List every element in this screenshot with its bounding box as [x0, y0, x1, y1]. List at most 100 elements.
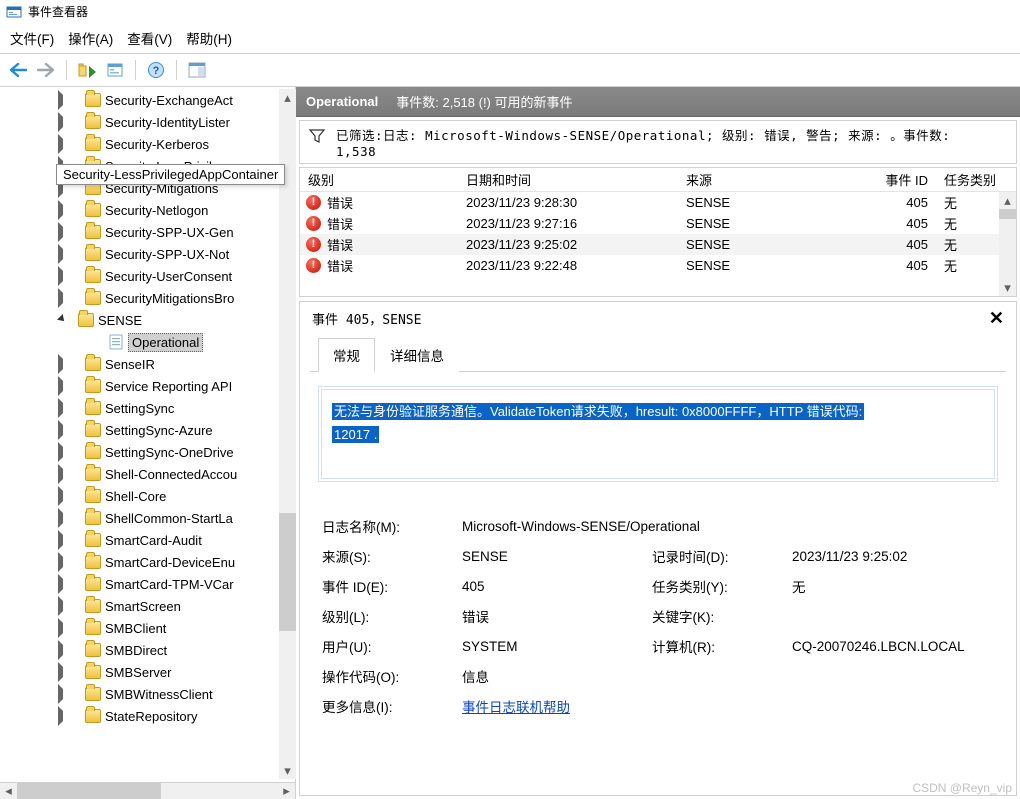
- tree-item[interactable]: Security-UserConsent: [0, 265, 295, 287]
- cell-id: 405: [848, 192, 936, 213]
- tree-item[interactable]: SENSE: [0, 309, 295, 331]
- tree-item[interactable]: Security-Kerberos: [0, 133, 295, 155]
- folder-icon: [85, 247, 101, 261]
- tree[interactable]: Security-ExchangeAct Security-IdentityLis…: [0, 87, 295, 782]
- tree-item[interactable]: Security-ExchangeAct: [0, 89, 295, 111]
- tree-item[interactable]: SenseIR: [0, 353, 295, 375]
- col-level[interactable]: 级别: [300, 167, 458, 192]
- folder-icon: [85, 621, 101, 635]
- folder-icon: [85, 511, 101, 525]
- folder-icon: [85, 709, 101, 723]
- grid-v-scrollbar[interactable]: ▴ ▾: [999, 192, 1016, 296]
- tree-item-label: Security-Netlogon: [105, 203, 208, 218]
- event-properties: 日志名称(M): Microsoft-Windows-SENSE/Operati…: [322, 516, 994, 716]
- tree-item[interactable]: Service Reporting API: [0, 375, 295, 397]
- folder-icon: [78, 313, 94, 327]
- funnel-icon: [308, 127, 326, 145]
- tree-item[interactable]: SettingSync-OneDrive: [0, 441, 295, 463]
- tree-item[interactable]: Operational: [0, 331, 295, 353]
- prop-user-label: 用户(U):: [322, 636, 462, 656]
- tree-v-scrollbar[interactable]: ▴ ▾: [279, 89, 296, 779]
- help-button[interactable]: ?: [144, 58, 168, 82]
- close-icon[interactable]: ✕: [989, 308, 1004, 329]
- grid-header[interactable]: 级别 日期和时间 来源 事件 ID 任务类别: [300, 168, 1016, 192]
- tree-item[interactable]: Shell-Core: [0, 485, 295, 507]
- tree-item-label: Shell-ConnectedAccou: [105, 467, 237, 482]
- filter-text: 已筛选:日志: Microsoft-Windows-SENSE/Operatio…: [336, 125, 950, 159]
- preview-pane-button[interactable]: [185, 58, 209, 82]
- tree-h-scrollbar[interactable]: ◂ ▸: [0, 782, 295, 799]
- nav-forward-button[interactable]: [34, 58, 58, 82]
- tab-general[interactable]: 常规: [318, 338, 375, 372]
- grid-row[interactable]: !错误2023/11/23 9:22:48SENSE405无: [300, 255, 999, 276]
- prop-source-value: SENSE: [462, 549, 652, 564]
- properties-button[interactable]: [103, 58, 127, 82]
- tree-item[interactable]: SMBDirect: [0, 639, 295, 661]
- tree-item[interactable]: StateRepository: [0, 705, 295, 727]
- tree-item-label: SENSE: [98, 313, 142, 328]
- tree-item[interactable]: SMBClient: [0, 617, 295, 639]
- menu-file[interactable]: 文件(F): [10, 28, 54, 48]
- scroll-down-icon[interactable]: ▾: [279, 762, 296, 779]
- tree-item[interactable]: SettingSync-Azure: [0, 419, 295, 441]
- prop-logname-label: 日志名称(M):: [322, 516, 462, 536]
- scroll-up-icon[interactable]: ▴: [279, 89, 296, 106]
- tree-item[interactable]: ShellCommon-StartLa: [0, 507, 295, 529]
- log-icon: [108, 334, 124, 350]
- tree-item-label: Operational: [128, 333, 203, 352]
- event-message[interactable]: 无法与身份验证服务通信。ValidateToken请求失败，hresult: 0…: [332, 403, 864, 420]
- tree-item[interactable]: SmartCard-DeviceEnu: [0, 551, 295, 573]
- tree-item-label: SecurityMitigationsBro: [105, 291, 234, 306]
- folder-icon: [85, 555, 101, 569]
- more-info-link[interactable]: 事件日志联机帮助: [462, 696, 994, 716]
- folder-icon: [85, 379, 101, 393]
- tree-item[interactable]: SmartCard-TPM-VCar: [0, 573, 295, 595]
- detail-pane: 事件 405，SENSE ✕ 常规 详细信息 无法与身份验证服务通信。Valid…: [299, 301, 1017, 796]
- toolbar-divider: [176, 60, 177, 80]
- tab-details[interactable]: 详细信息: [375, 338, 459, 372]
- panel-header: Operational 事件数: 2,518 (!) 可用的新事件: [296, 87, 1020, 117]
- cell-source: SENSE: [678, 192, 848, 213]
- tree-item[interactable]: Security-SPP-UX-Gen: [0, 221, 295, 243]
- cell-level: 错误: [327, 256, 353, 275]
- col-source[interactable]: 来源: [678, 167, 848, 192]
- prop-level-label: 级别(L):: [322, 606, 462, 626]
- grid-body[interactable]: !错误2023/11/23 9:28:30SENSE405无!错误2023/11…: [300, 192, 999, 296]
- main-content: Security-ExchangeAct Security-IdentityLis…: [0, 87, 1020, 799]
- menu-view[interactable]: 查看(V): [127, 28, 172, 48]
- tree-item[interactable]: SecurityMitigationsBro: [0, 287, 295, 309]
- folder-icon: [85, 203, 101, 217]
- col-datetime[interactable]: 日期和时间: [458, 167, 678, 192]
- menu-action[interactable]: 操作(A): [68, 28, 113, 48]
- tree-item[interactable]: SMBWitnessClient: [0, 683, 295, 705]
- scroll-left-icon[interactable]: ◂: [0, 783, 17, 799]
- toolbar-divider: [66, 60, 67, 80]
- tree-item[interactable]: SettingSync: [0, 397, 295, 419]
- scroll-down-icon[interactable]: ▾: [999, 279, 1016, 296]
- tree-item-label: Security-IdentityLister: [105, 115, 230, 130]
- col-event-id[interactable]: 事件 ID: [848, 167, 936, 192]
- nav-back-button[interactable]: [6, 58, 30, 82]
- svg-text:?: ?: [153, 65, 160, 77]
- toolbar-divider: [135, 60, 136, 80]
- tree-item[interactable]: Security-SPP-UX-Not: [0, 243, 295, 265]
- cell-id: 405: [848, 255, 936, 276]
- cell-level: 错误: [327, 235, 353, 254]
- folder-icon: [85, 687, 101, 701]
- folder-icon: [85, 269, 101, 283]
- tree-item[interactable]: SmartCard-Audit: [0, 529, 295, 551]
- show-tree-button[interactable]: [75, 58, 99, 82]
- tree-item[interactable]: SmartScreen: [0, 595, 295, 617]
- tree-item[interactable]: SMBServer: [0, 661, 295, 683]
- tree-item-label: ShellCommon-StartLa: [105, 511, 233, 526]
- menu-help[interactable]: 帮助(H): [186, 28, 232, 48]
- col-task-cat[interactable]: 任务类别: [936, 167, 1016, 192]
- folder-icon: [85, 489, 101, 503]
- tree-item[interactable]: Shell-ConnectedAccou: [0, 463, 295, 485]
- tree-item[interactable]: Security-Netlogon: [0, 199, 295, 221]
- tree-item-label: SmartCard-TPM-VCar: [105, 577, 234, 592]
- scroll-right-icon[interactable]: ▸: [278, 783, 295, 799]
- event-message[interactable]: 12017 .: [332, 426, 379, 443]
- scroll-up-icon[interactable]: ▴: [999, 192, 1016, 209]
- tree-item[interactable]: Security-IdentityLister: [0, 111, 295, 133]
